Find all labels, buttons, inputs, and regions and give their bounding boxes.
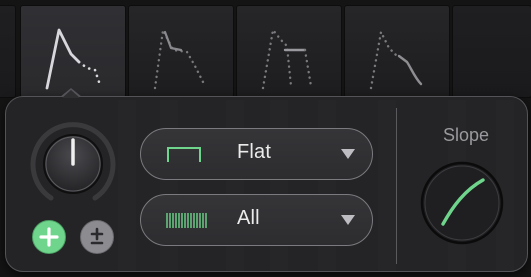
add-button[interactable] [32, 220, 66, 254]
plus-minus-icon [90, 227, 104, 245]
filter-shape-value: Flat [237, 141, 272, 163]
bipolar-button[interactable] [80, 220, 114, 254]
flat-shape-icon [167, 147, 201, 162]
slope-control[interactable] [419, 160, 505, 246]
envelope-shape-tab-1[interactable] [20, 5, 126, 98]
knob-icon [30, 122, 116, 201]
panel-pointer-fill [62, 90, 80, 98]
keyboard-range-icon [166, 213, 207, 228]
envelope-shape-tab-2[interactable] [128, 5, 234, 98]
envelope-shape-icon [153, 25, 205, 90]
envelope-shape-tab-4[interactable] [344, 5, 450, 98]
key-range-value: All [237, 207, 260, 229]
slope-label: Slope [442, 125, 490, 145]
tab-slot [452, 5, 531, 98]
key-range-dropdown[interactable]: All [140, 194, 373, 246]
envelope-shape-icon [369, 28, 423, 90]
envelope-shape-icon [261, 27, 313, 90]
chevron-down-icon [341, 215, 355, 225]
amount-knob[interactable] [27, 118, 119, 210]
envelope-editor: Flat All Slope [0, 0, 531, 277]
envelope-shape-icon [45, 28, 101, 90]
plus-icon [39, 227, 59, 247]
filter-shape-dropdown[interactable]: Flat [140, 128, 373, 180]
tab-slot [0, 5, 16, 98]
envelope-shape-tab-3[interactable] [236, 5, 342, 98]
envelope-shape-tabs [0, 0, 531, 100]
slope-curve-icon [420, 161, 504, 245]
chevron-down-icon [341, 149, 355, 159]
panel-divider [396, 108, 397, 264]
